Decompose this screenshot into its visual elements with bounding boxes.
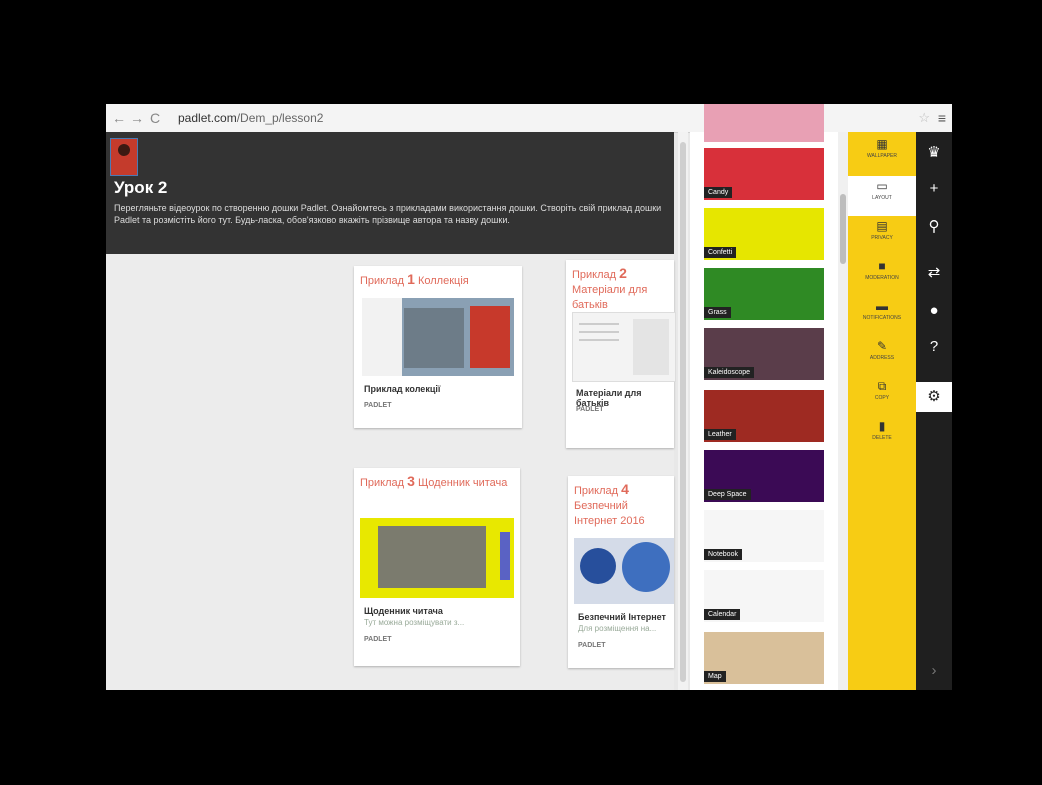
help-icon[interactable]: ? xyxy=(916,332,952,362)
wallpaper-tile[interactable]: Notebook xyxy=(704,510,824,562)
post-card[interactable]: Приклад 1 Коллекція Приклад колекції PAD… xyxy=(354,266,522,428)
expand-icon[interactable]: › xyxy=(916,656,952,686)
post-caption: Приклад колекції xyxy=(364,384,441,394)
post-caption: Безпечний Інтернет xyxy=(578,612,666,622)
browser-window: ← → C padlet.com/Dem_p/lesson2 ☆ ≡ Урок … xyxy=(106,104,952,690)
user-icon[interactable]: ⚲ xyxy=(916,212,952,242)
wallpaper-label: Kaleidoscope xyxy=(704,367,755,378)
post-image[interactable] xyxy=(572,312,676,382)
post-card[interactable]: Приклад 3 Щоденник читача Щоденник читач… xyxy=(354,468,520,666)
post-title: Приклад 3 Щоденник читача xyxy=(360,473,508,490)
rail-item-label: NOTIFICATIONS xyxy=(862,315,902,321)
share-icon[interactable]: ⇄ xyxy=(916,258,952,288)
lock-icon: ■ xyxy=(878,259,886,273)
settings-icon[interactable]: ⚙ xyxy=(916,382,952,412)
post-card[interactable]: Приклад 4 Безпечний Інтернет 2016 Безпеч… xyxy=(568,476,674,668)
wallpaper-label: Confetti xyxy=(704,247,737,258)
wallpaper-label: Grass xyxy=(704,307,731,318)
post-title: Приклад 2 Матеріали для батьків xyxy=(572,265,648,312)
padlet-brand: PADLET xyxy=(578,642,606,649)
trash-icon: ▮ xyxy=(878,419,886,433)
rail-item[interactable]: ⧉ COPY xyxy=(848,376,916,416)
padlet-canvas: Урок 2 Перегляньте відеоурок по створенн… xyxy=(106,132,676,690)
wallpaper-list: Candy Confetti Grass Kaleidoscope Leathe… xyxy=(690,104,838,690)
rail-item-label: WALLPAPER xyxy=(866,153,897,159)
wallpaper-tile[interactable]: Kaleidoscope xyxy=(704,328,824,380)
post-title: Приклад 4 Безпечний Інтернет 2016 xyxy=(574,481,645,528)
rail-item[interactable]: ▦ WALLPAPER xyxy=(848,134,916,174)
post-title: Приклад 1 Коллекція xyxy=(360,271,469,288)
rail-item[interactable]: ▭ LAYOUT xyxy=(848,176,916,216)
right-toolbar: ♛ + ⚲ ⇄ ● ? ⚙ › xyxy=(916,132,952,690)
canvas-scrollbar[interactable] xyxy=(678,132,688,690)
bookmark-icon[interactable]: ☆ xyxy=(918,109,930,127)
wallpaper-label: Deep Space xyxy=(704,489,751,500)
page-title: Урок 2 xyxy=(114,178,168,197)
wallpaper-scrollbar[interactable] xyxy=(838,132,848,690)
privacy-icon: ▤ xyxy=(876,219,888,233)
rail-item[interactable]: ■ MODERATION xyxy=(848,256,916,296)
post-image[interactable] xyxy=(574,538,674,604)
pencil-icon: ✎ xyxy=(876,339,888,353)
add-icon[interactable]: + xyxy=(916,174,952,204)
hamburger-icon[interactable]: ≡ xyxy=(938,109,946,127)
wallpaper-label: Notebook xyxy=(704,549,742,560)
wallpaper-tile[interactable]: Calendar xyxy=(704,570,824,622)
back-icon[interactable]: ← xyxy=(112,109,126,127)
crown-icon[interactable]: ♛ xyxy=(916,138,952,168)
post-card[interactable]: Приклад 2 Матеріали для батьків Матеріал… xyxy=(566,260,676,448)
rail-item[interactable]: ✎ ADDRESS xyxy=(848,336,916,376)
wallpaper-label: Leather xyxy=(704,429,736,440)
rail-item[interactable]: ▬ NOTIFICATIONS xyxy=(848,296,916,336)
reload-icon[interactable]: C xyxy=(150,109,160,127)
page-description: Перегляньте відеоурок по створенню дошки… xyxy=(114,203,662,225)
rail-item[interactable]: ▮ DELETE xyxy=(848,416,916,456)
post-subtitle: Тут можна розміщувати з... xyxy=(364,618,465,627)
wallpaper-tile[interactable]: Confetti xyxy=(704,208,824,260)
rail-item-label: ADDRESS xyxy=(869,355,895,361)
padlet-brand: PADLET xyxy=(364,402,392,409)
post-image[interactable] xyxy=(360,518,514,598)
avatar xyxy=(110,138,138,176)
wallpaper-tile[interactable]: Deep Space xyxy=(704,450,824,502)
post-image[interactable] xyxy=(362,298,514,376)
rail-item-label: DELETE xyxy=(872,435,892,441)
wallpaper-tile[interactable]: Candy xyxy=(704,148,824,200)
padlet-brand: PADLET xyxy=(576,406,604,413)
copy-icon: ⧉ xyxy=(877,379,887,393)
address-bar: ← → C padlet.com/Dem_p/lesson2 ☆ ≡ xyxy=(106,104,952,133)
canvas-scrollbar-thumb[interactable] xyxy=(680,142,686,682)
rail-item-label: PRIVACY xyxy=(871,235,893,241)
post-caption: Щоденник читача xyxy=(364,606,443,616)
wallpaper-tile[interactable]: Map xyxy=(704,632,824,684)
rail-item[interactable]: ▤ PRIVACY xyxy=(848,216,916,256)
wallpaper-label: Calendar xyxy=(704,609,741,620)
padlet-brand: PADLET xyxy=(364,636,392,643)
info-icon[interactable]: ● xyxy=(916,296,952,326)
wallpaper-label: Map xyxy=(704,671,726,682)
wallpaper-label: Candy xyxy=(704,187,733,198)
url-field[interactable]: padlet.com/Dem_p/lesson2 xyxy=(178,109,323,127)
wallpaper-scrollbar-thumb[interactable] xyxy=(840,194,846,264)
notifications-icon: ▬ xyxy=(876,299,888,313)
forward-icon[interactable]: → xyxy=(130,109,144,127)
wallpaper-tile[interactable]: Grass xyxy=(704,268,824,320)
wallpaper-icon: ▦ xyxy=(876,137,888,151)
wallpaper-tile[interactable] xyxy=(704,104,824,142)
rail-item-label: LAYOUT xyxy=(872,195,892,201)
wallpaper-tile[interactable]: Leather xyxy=(704,390,824,442)
post-subtitle: Для розміщення на... xyxy=(578,624,657,633)
post-caption: Матеріали для батьків xyxy=(576,388,642,408)
padlet-header: Урок 2 Перегляньте відеоурок по створенн… xyxy=(106,132,674,254)
settings-rail: ▦ WALLPAPER ▭ LAYOUT ▤ PRIVACY ■ MODERATION … xyxy=(848,132,916,690)
layout-icon: ▭ xyxy=(876,179,888,193)
rail-item-label: MODERATION xyxy=(865,275,899,281)
rail-item-label: COPY xyxy=(874,395,890,401)
